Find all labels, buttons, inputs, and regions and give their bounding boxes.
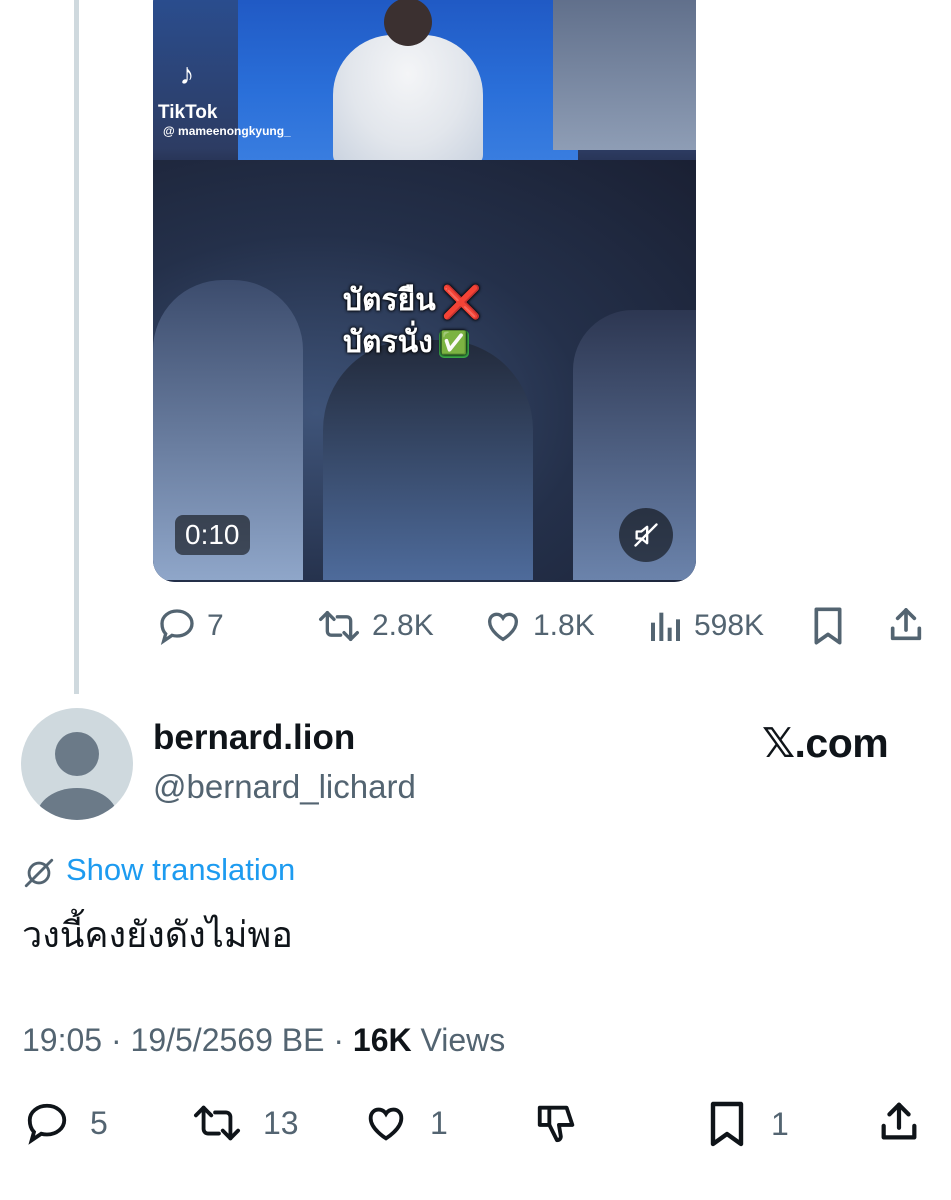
repost-button[interactable]: 2.8K: [314, 606, 434, 646]
reply-count: 5: [90, 1104, 108, 1141]
bookmark-button[interactable]: 1: [705, 1100, 789, 1148]
heart-icon: [487, 612, 519, 642]
translate-icon: [24, 858, 54, 888]
like-count: 1.8K: [533, 609, 595, 642]
display-name[interactable]: bernard.lion: [153, 718, 355, 758]
share-icon: [890, 608, 922, 641]
cross-mark-icon: ❌: [441, 282, 482, 321]
repost-count: 2.8K: [372, 609, 434, 642]
tiktok-handle: @ mameenongkyung_: [163, 124, 291, 138]
tweet-views-count: 16K: [352, 1022, 412, 1058]
mute-button[interactable]: [619, 508, 673, 562]
speaker-muted-icon: [634, 523, 658, 547]
tiktok-label: TikTok: [158, 102, 218, 123]
thread-line: [74, 0, 79, 694]
views-count: 598K: [694, 609, 765, 642]
bookmark-icon: [710, 1101, 744, 1147]
share-icon: [881, 1102, 917, 1140]
tweet-views-label: Views: [420, 1022, 506, 1058]
downvote-button[interactable]: [532, 1100, 582, 1146]
stage-side-panel: [553, 0, 696, 150]
meta-separator: ·: [110, 1022, 122, 1058]
stage-screen: [238, 0, 578, 165]
tweet-meta: 19:05 · 19/5/2569 BE · 16K Views: [22, 1022, 505, 1059]
like-button[interactable]: 1.8K: [481, 606, 595, 646]
default-avatar-icon: [37, 732, 117, 820]
overlay-line-seated: บัตรนั่ง: [343, 325, 433, 360]
reply-icon: [160, 609, 194, 645]
share-button[interactable]: [876, 1098, 922, 1146]
views-button[interactable]: 598K: [646, 606, 764, 646]
tweet-time[interactable]: 19:05: [22, 1022, 102, 1058]
like-button[interactable]: 1: [360, 1100, 448, 1146]
video-duration: 0:10: [175, 515, 250, 555]
tiktok-icon: ♪: [179, 58, 195, 91]
heart-icon: [368, 1107, 404, 1141]
stage-performer-head: [384, 0, 432, 46]
repost-count: 13: [263, 1104, 299, 1141]
tweet-date[interactable]: 19/5/2569 BE: [131, 1022, 325, 1058]
video-overlay-caption: บัตรยืน ❌ บัตรนั่ง ✅: [343, 280, 482, 364]
show-translation-link[interactable]: Show translation: [66, 852, 295, 888]
bookmark-button[interactable]: [810, 606, 846, 646]
reply-button[interactable]: 5: [22, 1100, 108, 1146]
repost-button[interactable]: 13: [189, 1100, 299, 1146]
bookmark-icon: [814, 607, 842, 645]
audience-person: [323, 340, 533, 580]
repost-icon: [194, 1105, 240, 1141]
video-player[interactable]: ♪ TikTok @ mameenongkyung_ บัตรยืน ❌ บัตร…: [153, 0, 696, 582]
meta-separator: ·: [333, 1022, 344, 1058]
like-count: 1: [430, 1104, 448, 1141]
reply-icon: [27, 1103, 67, 1145]
analytics-icon: [651, 612, 680, 641]
tweet-text: วงนี้คงยังดังไม่พอ: [22, 915, 293, 956]
stage-performer: [333, 35, 483, 165]
repost-icon: [319, 611, 360, 641]
reply-button[interactable]: 7: [155, 606, 224, 646]
bookmark-count: 1: [771, 1105, 789, 1142]
thumbs-down-icon: [537, 1105, 575, 1143]
check-mark-icon: ✅: [438, 329, 469, 358]
user-handle[interactable]: @bernard_lichard: [153, 768, 416, 806]
reply-count: 7: [207, 609, 224, 642]
share-button[interactable]: [886, 604, 926, 646]
avatar[interactable]: [21, 708, 133, 820]
overlay-line-standing: บัตรยืน: [343, 283, 436, 318]
x-com-watermark: 𝕏.com: [762, 720, 889, 766]
